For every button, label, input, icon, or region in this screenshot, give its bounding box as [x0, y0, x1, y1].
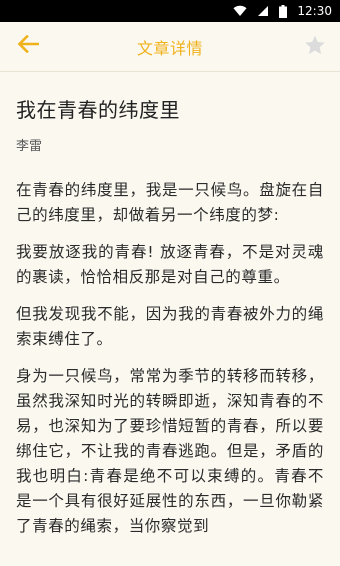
- status-bar: 12:30: [0, 0, 340, 22]
- wifi-icon: [233, 5, 247, 17]
- star-icon: [304, 34, 326, 60]
- article-paragraph: 在青春的纬度里，我是一只候鸟。盘旋在自己的纬度里，却做着另一个纬度的梦:: [16, 181, 324, 224]
- article-paragraph: 我要放逐我的青春! 放逐青春，不是对灵魂的裹读，恰恰相反那是对自己的尊重。: [16, 243, 324, 286]
- battery-icon: [279, 4, 288, 18]
- article-author: 李雷: [16, 139, 43, 154]
- article-paragraph: 但我发现我不能，因为我的青春被外力的绳索束缚住了。: [16, 305, 324, 348]
- app-bar: 文章详情: [0, 22, 340, 72]
- page-title: 文章详情: [136, 38, 203, 58]
- cell-signal-icon: [257, 5, 269, 17]
- back-button[interactable]: [14, 34, 42, 58]
- article-paragraph: 身为一只候鸟，常常为季节的转移而转移，虽然我深知时光的转瞬即逝，深知青春的不易，…: [16, 367, 324, 535]
- article-title: 我在青春的纬度里: [16, 98, 180, 122]
- back-arrow-icon: [17, 34, 40, 57]
- article-content: 我在青春的纬度里 李雷 在青春的纬度里，我是一只候鸟。盘旋在自己的纬度里，却做着…: [0, 72, 340, 539]
- favorite-button[interactable]: [302, 34, 328, 60]
- status-time: 12:30: [297, 4, 332, 18]
